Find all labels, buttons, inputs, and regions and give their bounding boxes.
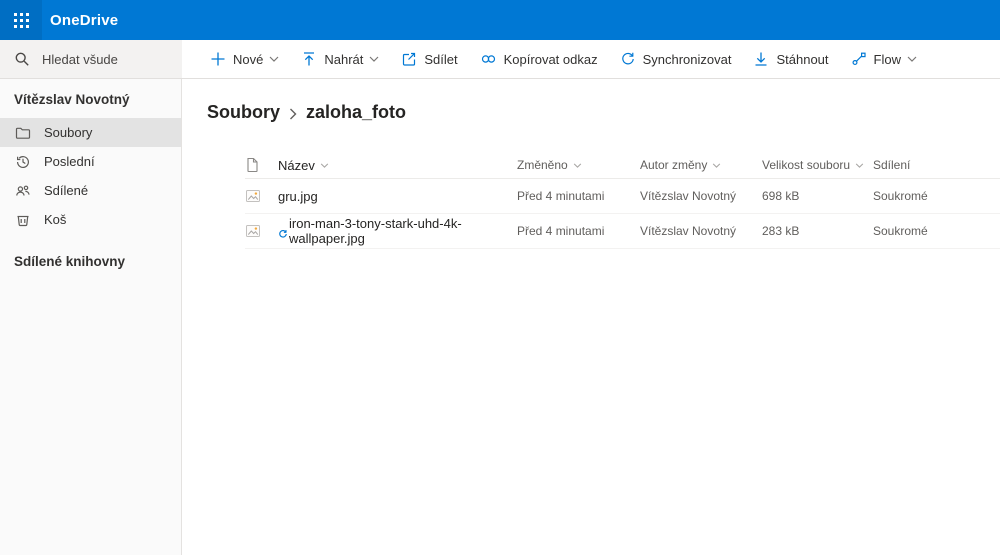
flow-icon xyxy=(851,51,867,67)
file-sharing-status: Soukromé xyxy=(873,224,1000,238)
history-icon xyxy=(15,154,31,170)
sidebar-item-label: Soubory xyxy=(44,125,92,140)
column-header-modified[interactable]: Změněno xyxy=(517,158,640,172)
file-modified-by: Vítězslav Novotný xyxy=(640,189,762,203)
file-modified: Před 4 minutami xyxy=(517,224,640,238)
flow-button-label: Flow xyxy=(874,52,901,67)
chevron-down-icon xyxy=(320,163,329,168)
share-icon xyxy=(401,51,417,67)
file-list: Název Změněno Autor změny xyxy=(245,152,1000,249)
sidebar: Vítězslav Novotný Soubory Poslední xyxy=(0,79,182,555)
column-header-name[interactable]: Název xyxy=(278,158,329,173)
search-placeholder: Hledat všude xyxy=(42,52,118,67)
share-button[interactable]: Sdílet xyxy=(390,40,468,78)
top-app-bar: OneDrive xyxy=(0,0,1000,40)
app-title: OneDrive xyxy=(50,12,118,29)
chevron-right-icon xyxy=(289,108,297,120)
link-icon xyxy=(480,51,497,67)
file-name[interactable]: gru.jpg xyxy=(278,189,318,204)
sync-button-label: Synchronizovat xyxy=(643,52,732,67)
sidebar-item-shared[interactable]: Sdílené xyxy=(0,176,181,205)
new-button[interactable]: Nové xyxy=(199,40,290,78)
chevron-down-icon xyxy=(712,163,721,168)
file-sharing-status: Soukromé xyxy=(873,189,1000,203)
folder-icon xyxy=(15,125,31,141)
search-input[interactable]: Hledat všude xyxy=(0,40,182,78)
toolbar: Nové Nahrát Sdílet Kopírovat odkaz xyxy=(182,40,1000,78)
breadcrumb-current-folder[interactable]: zaloha_foto xyxy=(306,102,406,123)
people-icon xyxy=(15,183,31,199)
table-row[interactable]: iron-man-3-tony-stark-uhd-4k-wallpaper.j… xyxy=(245,214,1000,249)
breadcrumb: Soubory zaloha_foto xyxy=(207,102,1000,123)
table-row[interactable]: gru.jpg Před 4 minutami Vítězslav Novotn… xyxy=(245,179,1000,214)
document-icon xyxy=(245,157,260,173)
download-button-label: Stáhnout xyxy=(776,52,828,67)
image-file-icon xyxy=(245,223,261,239)
download-icon xyxy=(753,51,769,67)
sidebar-item-label: Sdílené xyxy=(44,183,88,198)
copy-link-button[interactable]: Kopírovat odkaz xyxy=(469,40,609,78)
file-modified: Před 4 minutami xyxy=(517,189,640,203)
file-name[interactable]: iron-man-3-tony-stark-uhd-4k-wallpaper.j… xyxy=(289,216,517,246)
sidebar-item-files[interactable]: Soubory xyxy=(0,118,181,147)
new-button-label: Nové xyxy=(233,52,263,67)
chevron-down-icon xyxy=(855,163,864,168)
account-name: Vítězslav Novotný xyxy=(0,79,181,118)
share-button-label: Sdílet xyxy=(424,52,457,67)
chevron-down-icon xyxy=(907,56,917,62)
column-header-modified-by[interactable]: Autor změny xyxy=(640,158,762,172)
shared-libraries-header: Sdílené knihovny xyxy=(0,234,181,269)
recycle-bin-icon xyxy=(15,212,31,228)
sidebar-item-label: Poslední xyxy=(44,154,95,169)
file-list-header: Název Změněno Autor změny xyxy=(245,152,1000,179)
chevron-down-icon xyxy=(269,56,279,62)
content-area: Soubory zaloha_foto Název xyxy=(182,79,1000,555)
flow-button[interactable]: Flow xyxy=(840,40,928,78)
breadcrumb-files[interactable]: Soubory xyxy=(207,102,280,123)
search-icon xyxy=(14,51,30,67)
app-launcher-button[interactable] xyxy=(0,0,42,40)
plus-icon xyxy=(210,51,226,67)
sync-button[interactable]: Synchronizovat xyxy=(609,40,743,78)
upload-icon xyxy=(301,51,317,67)
file-modified-by: Vítězslav Novotný xyxy=(640,224,762,238)
copy-link-button-label: Kopírovat odkaz xyxy=(504,52,598,67)
sidebar-item-label: Koš xyxy=(44,212,66,227)
upload-button[interactable]: Nahrát xyxy=(290,40,390,78)
sidebar-item-recent[interactable]: Poslední xyxy=(0,147,181,176)
file-size: 698 kB xyxy=(762,189,873,203)
file-size: 283 kB xyxy=(762,224,873,238)
sync-status-icon xyxy=(278,229,288,239)
upload-button-label: Nahrát xyxy=(324,52,363,67)
image-file-icon xyxy=(245,188,261,204)
chevron-down-icon xyxy=(369,56,379,62)
chevron-down-icon xyxy=(573,163,582,168)
command-row: Hledat všude Nové Nahrát Sdílet xyxy=(0,40,1000,79)
sync-icon xyxy=(620,51,636,67)
waffle-icon xyxy=(14,13,29,28)
sidebar-item-recycle-bin[interactable]: Koš xyxy=(0,205,181,234)
column-header-file-size[interactable]: Velikost souboru xyxy=(762,158,873,172)
column-header-sharing[interactable]: Sdílení xyxy=(873,158,1000,172)
download-button[interactable]: Stáhnout xyxy=(742,40,839,78)
